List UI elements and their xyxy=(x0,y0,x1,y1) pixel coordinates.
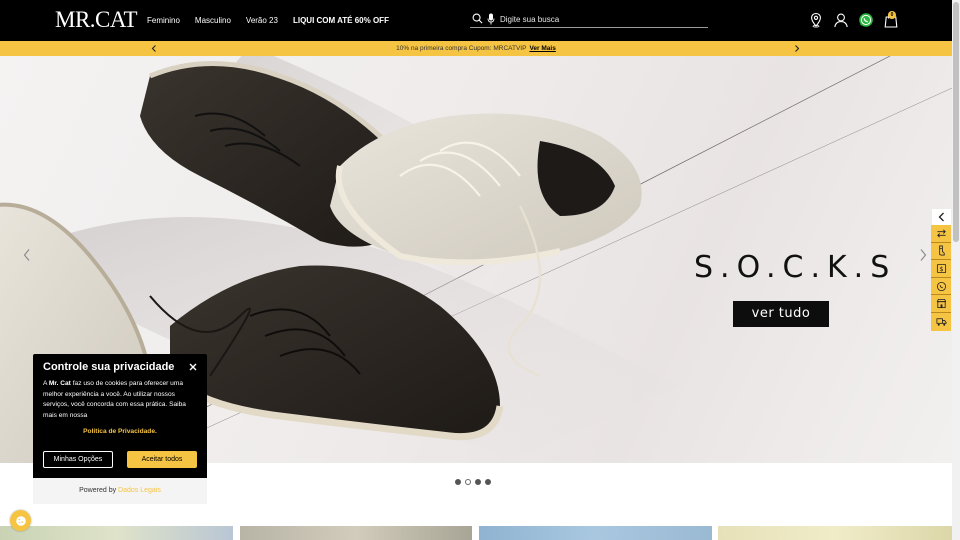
cookie-description: A Mr. Cat faz uso de cookies para oferec… xyxy=(43,379,197,421)
hero-next-arrow-icon[interactable] xyxy=(918,248,928,262)
side-widget-panel: $ xyxy=(931,225,951,331)
category-tile-3[interactable] xyxy=(479,526,712,540)
cookie-brand: Mr. Cat xyxy=(48,380,71,387)
search-icon[interactable] xyxy=(472,13,483,24)
side-item-delivery[interactable] xyxy=(931,313,951,331)
hero-cta-button[interactable]: ver tudo xyxy=(733,301,829,327)
side-item-store[interactable] xyxy=(931,295,951,313)
dollar-tag-icon: $ xyxy=(936,263,946,274)
nav-item-liqui[interactable]: LIQUI COM ATÉ 60% OFF xyxy=(293,15,389,26)
category-tile-1[interactable] xyxy=(0,526,233,540)
cookie-icon xyxy=(15,515,26,526)
cookie-settings-button[interactable] xyxy=(10,510,31,531)
location-icon[interactable] xyxy=(808,12,824,28)
scrollbar-thumb[interactable] xyxy=(953,2,959,242)
nav-item-verao[interactable]: Verão 23 xyxy=(246,15,278,26)
privacy-policy-link[interactable]: Política de Privacidade. xyxy=(33,428,207,435)
microphone-icon[interactable] xyxy=(487,13,495,25)
site-logo[interactable]: MR.CAT xyxy=(55,7,138,33)
cart-count-badge: 0 xyxy=(888,11,896,19)
hero-title: S.O.C.K.S xyxy=(694,250,897,285)
close-icon[interactable] xyxy=(188,362,198,372)
powered-by-brand[interactable]: Dados Legais xyxy=(118,487,161,494)
page: MR.CAT Feminino Masculino Verão 23 LIQUI… xyxy=(0,0,960,540)
main-nav: Feminino Masculino Verão 23 LIQUI COM AT… xyxy=(147,15,389,26)
side-item-price[interactable]: $ xyxy=(931,260,951,278)
promo-message: 10% na primeira compra Cupom: MRCATVIP Ve… xyxy=(0,44,952,53)
promo-text: 10% na primeira compra Cupom: MRCATVIP xyxy=(396,45,527,52)
my-options-button[interactable]: Minhas Opções xyxy=(43,451,113,468)
whatsapp-icon[interactable] xyxy=(858,12,874,28)
side-item-whatsapp[interactable] xyxy=(931,278,951,296)
nav-item-feminino[interactable]: Feminino xyxy=(147,15,180,26)
side-item-exchange[interactable] xyxy=(931,225,951,243)
promo-bar: 10% na primeira compra Cupom: MRCATVIP Ve… xyxy=(0,41,952,56)
store-icon xyxy=(936,299,946,309)
cookie-consent-modal: Controle sua privacidade A Mr. Cat faz u… xyxy=(33,354,207,504)
hero-prev-arrow-icon[interactable] xyxy=(22,248,32,262)
carousel-dot-4[interactable] xyxy=(485,479,491,485)
swap-arrows-icon xyxy=(936,229,946,238)
powered-by-label: Powered by xyxy=(79,487,117,494)
promo-link[interactable]: Ver Mais xyxy=(529,45,555,52)
delivery-truck-icon xyxy=(936,318,946,326)
carousel-dot-1[interactable] xyxy=(455,479,461,485)
search-input[interactable] xyxy=(500,12,700,26)
nav-item-masculino[interactable]: Masculino xyxy=(195,15,231,26)
search-bar xyxy=(470,11,708,28)
category-tile-4[interactable] xyxy=(718,526,952,540)
cookie-footer: Powered by Dados Legais xyxy=(33,478,207,504)
category-tile-2[interactable] xyxy=(240,526,472,540)
carousel-dot-3[interactable] xyxy=(475,479,481,485)
carousel-dots xyxy=(455,479,491,485)
side-panel-collapse-icon[interactable] xyxy=(932,209,951,225)
shoe-size-icon xyxy=(938,245,945,256)
svg-text:$: $ xyxy=(939,265,943,273)
accept-all-button[interactable]: Aceitar todos xyxy=(127,451,197,468)
cookie-title: Controle sua privacidade xyxy=(43,361,175,373)
side-item-size-guide[interactable] xyxy=(931,243,951,261)
promo-next-arrow-icon[interactable] xyxy=(792,43,802,54)
whatsapp-icon xyxy=(936,281,946,291)
user-icon[interactable] xyxy=(833,12,849,28)
site-header: MR.CAT Feminino Masculino Verão 23 LIQUI… xyxy=(0,0,952,41)
carousel-dot-2[interactable] xyxy=(465,479,471,485)
